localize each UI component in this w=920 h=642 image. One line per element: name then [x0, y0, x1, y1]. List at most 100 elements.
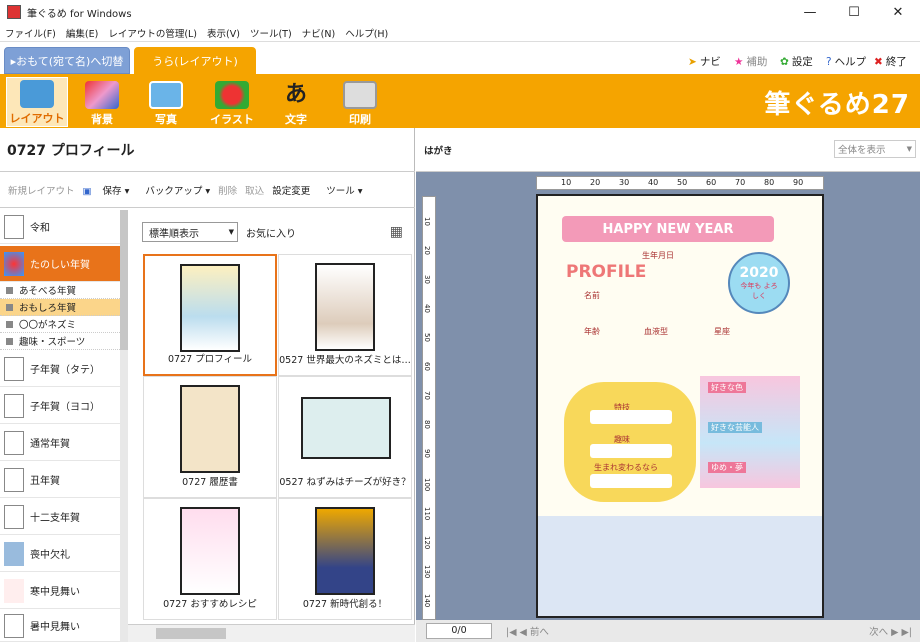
assist-button[interactable]: ★ 補助 [734, 54, 767, 69]
category-label: 十二支年賀 [30, 513, 80, 524]
category-eto[interactable]: 十二支年賀 [0, 499, 120, 535]
navi-label: ナビ [699, 56, 721, 68]
sort-select[interactable]: 標準順表示 [142, 222, 238, 242]
tools-button[interactable]: ツール ▾ [318, 183, 362, 197]
category-reiwa[interactable]: 令和 [0, 210, 120, 244]
card-icon [4, 393, 24, 418]
ribbon-text-button[interactable]: あ文字 [270, 77, 322, 127]
settings-change-button[interactable]: 設定変更 [272, 183, 310, 197]
next-button[interactable]: 次へ ▶ ▶| [869, 624, 912, 638]
category-mourning[interactable]: 喪中欠礼 [0, 536, 120, 572]
ribbon-photo-button[interactable]: 写真 [140, 77, 192, 127]
delete-button[interactable]: 削除 [218, 183, 237, 197]
scroll-thumb[interactable] [120, 210, 128, 350]
horizontal-ruler: 10 20 30 40 50 60 70 80 90 [536, 176, 824, 190]
backup-button[interactable]: バックアップ ▾ [137, 183, 210, 197]
input-box [590, 410, 672, 424]
close-button[interactable]: ✕ [876, 0, 920, 24]
grid-horizontal-scrollbar[interactable] [128, 624, 415, 642]
input-box [590, 474, 672, 488]
panel-toolbar: 新規レイアウト ▣ 保存 ▾ バックアップ ▾ 削除 取込 設定変更 ツール ▾ [0, 172, 415, 208]
category-label: 暑中見舞い [30, 622, 80, 633]
paper-type: はがき [424, 145, 453, 157]
profile-title: PROFILE [566, 262, 647, 282]
template-label: 0727 新時代創る！ [302, 599, 388, 610]
template-item[interactable]: 0727 履歴書 [143, 376, 277, 498]
new-layout-button[interactable]: 新規レイアウト [8, 183, 75, 197]
menu-bar: ファイル(F) 編集(E) レイアウトの管理(L) 表示(V) ツール(T) ナ… [0, 24, 920, 42]
save-button[interactable]: ▣ 保存 ▾ [83, 183, 130, 197]
layout-panel: 0727 プロフィール 新規レイアウト ▣ 保存 ▾ バックアップ ▾ 削除 取… [0, 128, 415, 642]
menu-navi[interactable]: ナビ(N) [297, 26, 341, 40]
category-fun[interactable]: たのしい年賀 [0, 246, 120, 282]
star-icon: ★ [734, 55, 744, 68]
template-grid: 標準順表示 お気に入り ▦ 0727 プロフィール 0527 世界最大のネズミと… [128, 210, 415, 642]
subcategory-hobby[interactable]: 趣味・スポーツ [0, 333, 120, 350]
ribbon-illust-button[interactable]: イラスト [206, 77, 258, 127]
maximize-button[interactable]: ☐ [832, 0, 876, 24]
printer-icon [343, 81, 377, 109]
ruler-tick: 100 [423, 478, 431, 492]
template-item[interactable]: 0727 プロフィール [143, 254, 277, 376]
template-item[interactable]: 0727 おすすめレシピ [143, 498, 277, 620]
import-button[interactable]: 取込 [245, 183, 264, 197]
category-ushi[interactable]: 丑年賀 [0, 462, 120, 498]
ruler-tick: 10 [423, 217, 431, 226]
ruler-tick: 60 [706, 178, 717, 187]
likes-color-label: 好きな色 [708, 382, 746, 393]
card-heading: HAPPY NEW YEAR [562, 216, 774, 242]
sign-label: 星座 [714, 327, 730, 336]
likes-person-label: 好きな芸能人 [708, 422, 762, 433]
category-ne-yoko[interactable]: 子年賀（ヨコ） [0, 388, 120, 424]
zoom-select[interactable]: 全体を表示 ▼ [834, 140, 916, 158]
photo-icon [149, 81, 183, 109]
ribbon-text-label: 文字 [285, 113, 307, 126]
category-winter[interactable]: 寒中見舞い [0, 573, 120, 609]
template-item[interactable]: 0527 ねずみはチーズが好き？ [278, 376, 412, 498]
tab-back-layout[interactable]: うら(レイアウト) [134, 47, 256, 74]
scroll-thumb[interactable] [156, 628, 226, 639]
template-thumb [180, 385, 240, 473]
birthday-label: 生年月日 [642, 251, 674, 260]
menu-help[interactable]: ヘルプ(H) [340, 26, 393, 40]
dream-label: ゆめ・夢 [708, 462, 746, 473]
subcategory-funny[interactable]: おもしろ年賀 [0, 299, 120, 316]
menu-layout[interactable]: レイアウトの管理(L) [103, 26, 202, 40]
panel-title: 0727 プロフィール [0, 128, 415, 172]
settings-button[interactable]: ✿ 設定 [780, 54, 813, 69]
subcategory-play[interactable]: あそべる年賀 [0, 282, 120, 299]
favorites-toggle[interactable]: お気に入り [246, 225, 296, 240]
ribbon-print-button[interactable]: 印刷 [334, 77, 386, 127]
ribbon-background-button[interactable]: 背景 [76, 77, 128, 127]
category-summer[interactable]: 暑中見舞い [0, 610, 120, 642]
category-normal[interactable]: 通常年賀 [0, 425, 120, 461]
navi-button[interactable]: ➤ ナビ [688, 54, 721, 69]
subcategory-mouse[interactable]: 〇〇がネズミ [0, 316, 120, 333]
template-label: 0727 おすすめレシピ [163, 599, 257, 610]
category-label: 子年賀（ヨコ） [30, 402, 100, 413]
ruler-tick: 50 [423, 333, 431, 342]
balloon-icon [4, 251, 24, 276]
window-title: 筆ぐるめ for Windows [27, 8, 132, 20]
menu-view[interactable]: 表示(V) [202, 26, 245, 40]
category-ne-tate[interactable]: 子年賀（タテ） [0, 351, 120, 387]
menu-tools[interactable]: ツール(T) [245, 26, 297, 40]
grid-view-icon[interactable]: ▦ [390, 224, 403, 240]
app-icon [7, 5, 21, 19]
menu-file[interactable]: ファイル(F) [0, 26, 61, 40]
template-label: 0527 世界最大のネズミとは… [279, 355, 411, 366]
help-button[interactable]: ? ヘルプ [826, 54, 866, 69]
template-item[interactable]: 0727 新時代創る！ [278, 498, 412, 620]
ribbon-layout-button[interactable]: レイアウト [6, 77, 68, 127]
tab-front-switch[interactable]: ▸おもて(宛て名)へ切替 [4, 47, 130, 74]
menu-edit[interactable]: 編集(E) [61, 26, 103, 40]
exit-button[interactable]: ✖ 終了 [874, 54, 907, 69]
prev-button[interactable]: |◀ ◀ 前へ [506, 624, 549, 638]
category-scrollbar[interactable] [120, 210, 128, 642]
template-item[interactable]: 0527 世界最大のネズミとは… [278, 254, 412, 376]
minimize-button[interactable]: — [788, 0, 832, 24]
zoom-label: 全体を表示 [838, 145, 886, 156]
template-thumb [180, 264, 240, 352]
year-balloon: 2020 今年も よろしく [728, 252, 790, 314]
brush-text-icon: あ [284, 82, 307, 107]
